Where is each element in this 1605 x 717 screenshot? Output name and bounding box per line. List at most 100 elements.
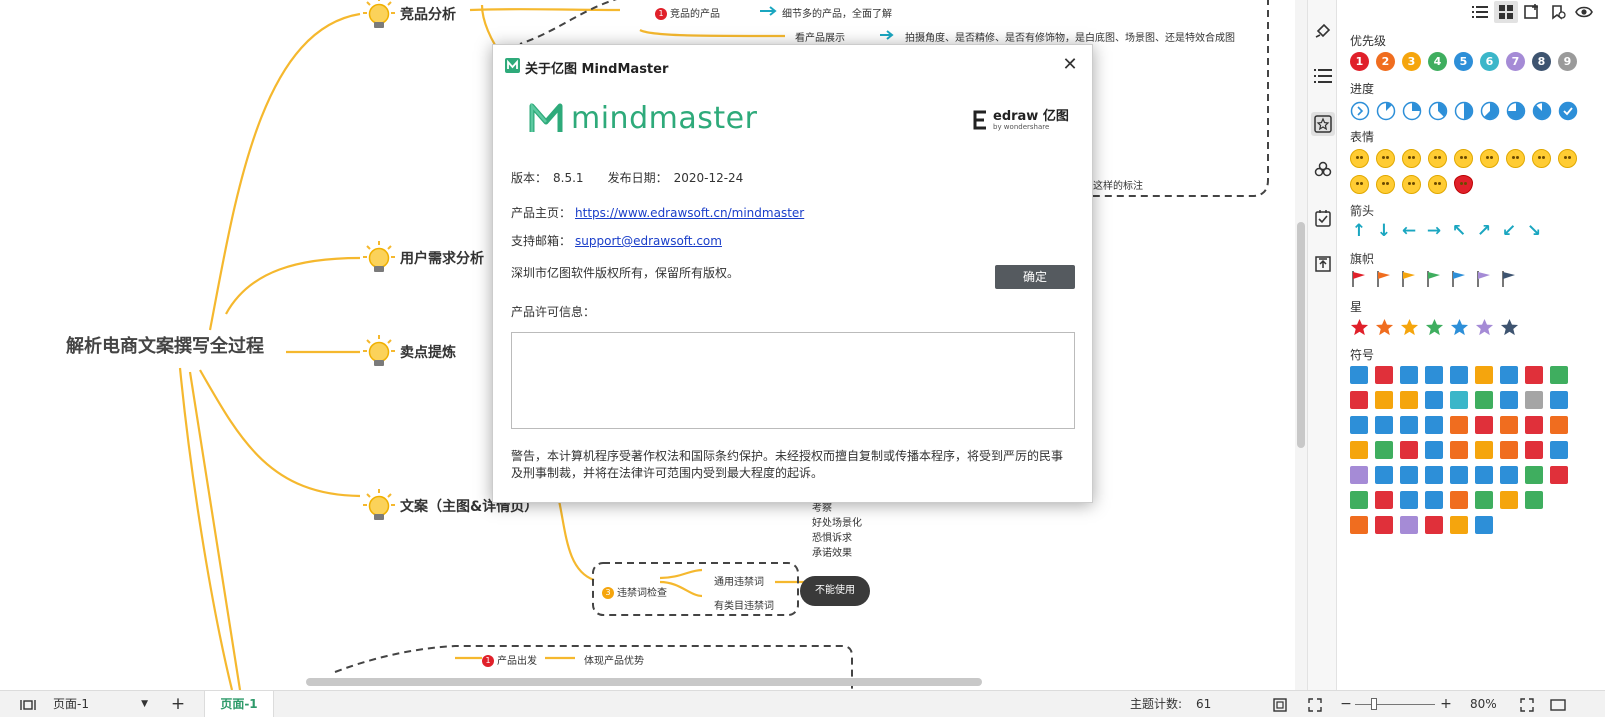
symbol-6-2-icon[interactable] (1375, 491, 1393, 509)
page-select[interactable]: 页面-1 ▼ (50, 691, 154, 717)
tag-lock-icon[interactable] (1546, 1, 1570, 23)
symbol-1-9-icon[interactable] (1550, 366, 1568, 384)
symbol-7-1-icon[interactable] (1350, 516, 1368, 534)
emotion-10-icon[interactable] (1350, 175, 1369, 194)
symbol-1-3-icon[interactable] (1400, 366, 1418, 384)
symbol-6-4-icon[interactable] (1425, 491, 1443, 509)
symbol-4-5-icon[interactable] (1450, 441, 1468, 459)
vertical-scrollbar[interactable] (1295, 0, 1307, 690)
symbol-4-3-icon[interactable] (1400, 441, 1418, 459)
symbol-2-1-icon[interactable] (1350, 391, 1368, 409)
arrow-5-icon[interactable]: ↖ (1450, 221, 1468, 241)
symbol-2-5-icon[interactable] (1450, 391, 1468, 409)
symbol-5-2-icon[interactable] (1375, 466, 1393, 484)
star-4-icon[interactable] (1425, 318, 1444, 337)
priority-4-icon[interactable]: 4 (1428, 52, 1447, 71)
symbol-2-3-icon[interactable] (1400, 391, 1418, 409)
symbol-5-7-icon[interactable] (1500, 466, 1518, 484)
symbol-3-2-icon[interactable] (1375, 416, 1393, 434)
arrow-6-icon[interactable]: ↗ (1475, 221, 1493, 241)
emotion-12-icon[interactable] (1402, 175, 1421, 194)
symbol-4-2-icon[interactable] (1375, 441, 1393, 459)
symbol-4-4-icon[interactable] (1425, 441, 1443, 459)
arrow-3-icon[interactable]: ← (1400, 221, 1418, 241)
branch-competitor[interactable]: 竞品分析 (362, 0, 456, 32)
arrow-4-icon[interactable]: → (1425, 221, 1443, 241)
emotion-9-icon[interactable] (1558, 149, 1577, 168)
flag-7-icon[interactable] (1500, 270, 1518, 288)
symbol-4-1-icon[interactable] (1350, 441, 1368, 459)
progress-6-icon[interactable] (1506, 101, 1526, 121)
emotion-5-icon[interactable] (1454, 149, 1473, 168)
node-banned-general[interactable]: 通用违禁词 (714, 573, 764, 588)
symbol-2-4-icon[interactable] (1425, 391, 1443, 409)
scroll-thumb[interactable] (1297, 222, 1305, 448)
symbol-5-8-icon[interactable] (1525, 466, 1543, 484)
priority-2-icon[interactable]: 2 (1376, 52, 1395, 71)
progress-1-icon[interactable] (1376, 101, 1396, 121)
fullscreen-icon[interactable] (1518, 691, 1536, 717)
emotion-3-icon[interactable] (1402, 149, 1421, 168)
symbol-6-5-icon[interactable] (1450, 491, 1468, 509)
priority-6-icon[interactable]: 6 (1480, 52, 1499, 71)
arrow-8-icon[interactable]: ↘ (1525, 221, 1543, 241)
flag-1-icon[interactable] (1350, 270, 1368, 288)
eye-icon[interactable] (1572, 1, 1596, 23)
zoom-in-button[interactable]: + (1440, 691, 1452, 717)
star-2-icon[interactable] (1375, 318, 1394, 337)
root-topic[interactable]: 解析电商文案撰写全过程 (66, 332, 264, 358)
arrow-1-icon[interactable]: ↑ (1350, 221, 1368, 241)
emotion-8-icon[interactable] (1532, 149, 1551, 168)
symbol-1-5-icon[interactable] (1450, 366, 1468, 384)
node-list-item[interactable]: 好处场景化 (812, 514, 862, 529)
symbol-3-9-icon[interactable] (1550, 416, 1568, 434)
flag-5-icon[interactable] (1450, 270, 1468, 288)
symbol-4-8-icon[interactable] (1525, 441, 1543, 459)
homepage-link[interactable]: https://www.edrawsoft.cn/mindmaster (575, 206, 804, 220)
node-competitor-product[interactable]: 1 竞品的产品 (655, 5, 720, 20)
emotion-7-icon[interactable] (1506, 149, 1525, 168)
license-textbox[interactable] (511, 332, 1075, 429)
progress-4-icon[interactable] (1454, 101, 1474, 121)
symbol-5-4-icon[interactable] (1425, 466, 1443, 484)
branch-selling-points[interactable]: 卖点提炼 (362, 334, 456, 370)
star-5-icon[interactable] (1450, 318, 1469, 337)
emotion-6-icon[interactable] (1480, 149, 1499, 168)
star-1-icon[interactable] (1350, 318, 1369, 337)
node-cannot-use[interactable]: 不能使用 (800, 576, 870, 606)
priority-9-icon[interactable]: 9 (1558, 52, 1577, 71)
tab-page-1[interactable]: 页面-1 (204, 691, 274, 717)
symbol-1-1-icon[interactable] (1350, 366, 1368, 384)
node-list-item[interactable]: 恐惧诉求 (812, 529, 852, 544)
emotion-13-icon[interactable] (1428, 175, 1447, 194)
export-icon[interactable] (1311, 252, 1335, 276)
priority-8-icon[interactable]: 8 (1532, 52, 1551, 71)
symbol-1-7-icon[interactable] (1500, 366, 1518, 384)
symbol-3-1-icon[interactable] (1350, 416, 1368, 434)
symbol-2-9-icon[interactable] (1550, 391, 1568, 409)
node-product-start[interactable]: 1 产品出发 (482, 652, 537, 667)
flag-3-icon[interactable] (1400, 270, 1418, 288)
progress-7-icon[interactable] (1532, 101, 1552, 121)
progress-5-icon[interactable] (1480, 101, 1500, 121)
emotion-2-icon[interactable] (1376, 149, 1395, 168)
zoom-slider-handle[interactable] (1371, 698, 1378, 710)
symbol-3-8-icon[interactable] (1525, 416, 1543, 434)
priority-5-icon[interactable]: 5 (1454, 52, 1473, 71)
symbol-6-8-icon[interactable] (1525, 491, 1543, 509)
symbol-2-8-icon[interactable] (1525, 391, 1543, 409)
symbol-7-2-icon[interactable] (1375, 516, 1393, 534)
symbol-2-6-icon[interactable] (1475, 391, 1493, 409)
symbol-2-2-icon[interactable] (1375, 391, 1393, 409)
symbol-3-7-icon[interactable] (1500, 416, 1518, 434)
emotion-1-icon[interactable] (1350, 149, 1369, 168)
zoom-value[interactable]: 80% (1470, 691, 1497, 717)
symbol-6-6-icon[interactable] (1475, 491, 1493, 509)
presentation-icon[interactable] (1548, 691, 1568, 717)
symbol-4-9-icon[interactable] (1550, 441, 1568, 459)
add-page-button[interactable]: + (170, 691, 186, 717)
priority-1-icon[interactable]: 1 (1350, 52, 1369, 71)
insert-mark-icon[interactable] (1520, 1, 1544, 23)
horizontal-scrollbar[interactable] (306, 678, 982, 686)
zoom-slider[interactable] (1355, 704, 1435, 705)
